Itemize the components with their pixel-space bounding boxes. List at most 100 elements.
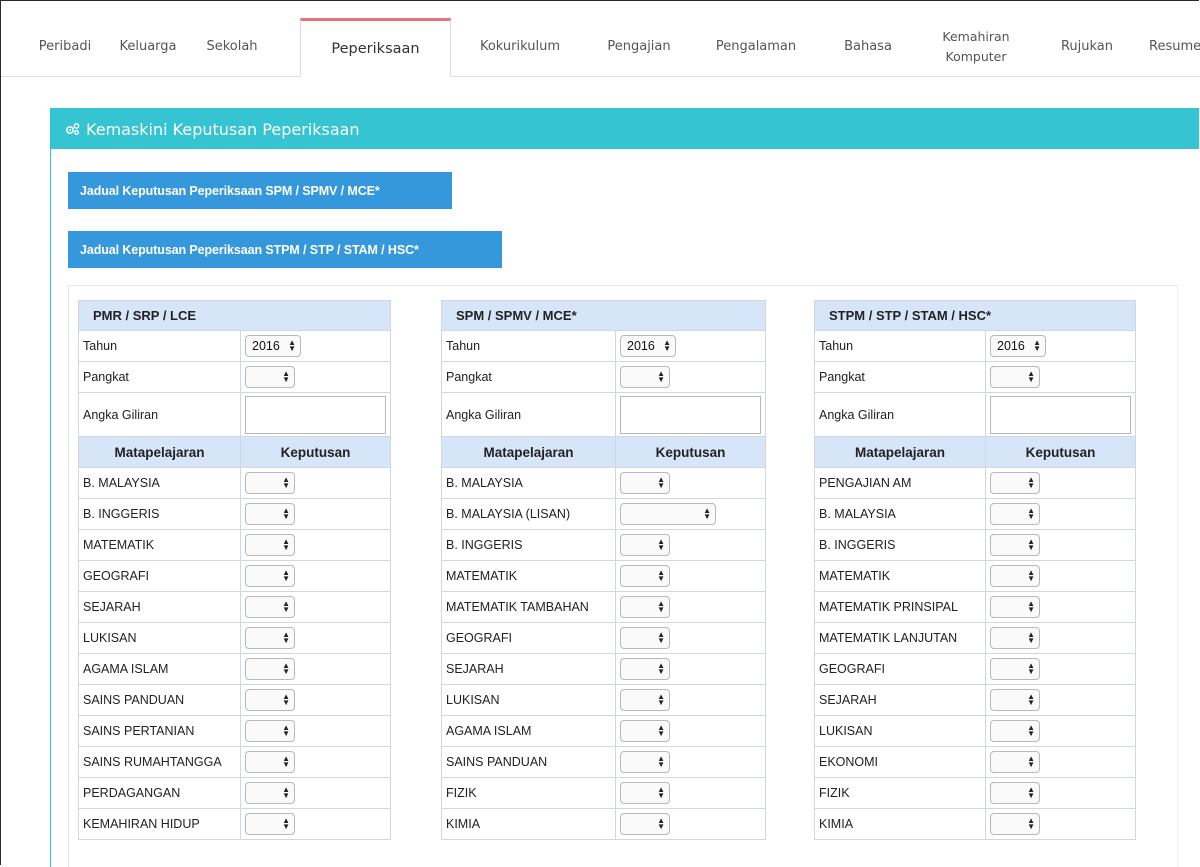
subject-name: SAINS PERTANIAN [78,715,241,747]
subject-row: LUKISAN ▲ ▼ [441,684,766,716]
subject-row: GEOGRAFI ▲ ▼ [814,653,1136,685]
keputusan-select[interactable]: ▲ ▼ [245,534,295,556]
keputusan-column-header: Keputusan [615,436,766,468]
keputusan-cell: ▲ ▼ [615,467,766,499]
keputusan-cell: ▲ ▼ [615,684,766,716]
keputusan-select[interactable]: ▲ ▼ [245,503,295,525]
keputusan-select[interactable]: ▲ ▼ [990,720,1040,742]
stpm-schedule-button[interactable]: Jadual Keputusan Peperiksaan STPM / STP … [68,231,502,268]
tab-pengalaman[interactable]: Pengalaman [704,18,808,76]
select-arrows-icon: ▲ ▼ [703,506,711,521]
keputusan-select[interactable]: ▲ ▼ [990,689,1040,711]
angka-giliran-input[interactable] [620,395,761,434]
tahun-select[interactable]: 2016 ▲ ▼ [990,335,1046,357]
keputusan-select[interactable]: ▲ ▼ [245,813,295,835]
cogs-icon [65,123,80,135]
subject-row: PENGAJIAN AM ▲ ▼ [814,467,1136,499]
keputusan-select[interactable]: ▲ ▼ [620,534,670,556]
matapelajaran-column-header: Matapelajaran [441,436,616,468]
select-arrows-icon: ▲ ▼ [657,661,665,676]
tahun-select[interactable]: 2016 ▲ ▼ [620,335,676,357]
keputusan-cell: ▲ ▼ [985,653,1136,685]
tab-rujukan[interactable]: Rujukan [1052,18,1122,76]
keputusan-select[interactable]: ▲ ▼ [620,503,716,525]
subject-row: B. INGGERIS ▲ ▼ [441,529,766,561]
keputusan-select[interactable]: ▲ ▼ [990,782,1040,804]
select-arrows-icon: ▲ ▼ [282,692,290,707]
tab-resume[interactable]: Resume [1149,18,1200,76]
keputusan-cell: ▲ ▼ [985,808,1136,840]
keputusan-select[interactable]: ▲ ▼ [990,627,1040,649]
tab-peperiksaan[interactable]: Peperiksaan [300,18,451,77]
tahun-label: Tahun [441,330,616,362]
angka-giliran-cell [240,392,391,437]
tahun-select[interactable]: 2016 ▲ ▼ [245,335,301,357]
keputusan-select[interactable]: ▲ ▼ [620,689,670,711]
select-arrows-icon: ▲ ▼ [282,599,290,614]
subject-row: MATEMATIK ▲ ▼ [814,560,1136,592]
keputusan-select[interactable]: ▲ ▼ [620,472,670,494]
keputusan-select[interactable]: ▲ ▼ [620,782,670,804]
keputusan-column-header: Keputusan [240,436,391,468]
subject-name: SEJARAH [78,591,241,623]
keputusan-select[interactable]: ▲ ▼ [990,565,1040,587]
select-arrows-icon: ▲ ▼ [1027,537,1035,552]
keputusan-select[interactable]: ▲ ▼ [245,720,295,742]
subject-name: MATEMATIK [814,560,986,592]
keputusan-select[interactable]: ▲ ▼ [245,751,295,773]
pangkat-select[interactable]: ▲ ▼ [620,366,670,388]
keputusan-select[interactable]: ▲ ▼ [990,472,1040,494]
keputusan-select[interactable]: ▲ ▼ [245,627,295,649]
keputusan-select[interactable]: ▲ ▼ [620,627,670,649]
pangkat-select[interactable]: ▲ ▼ [245,366,295,388]
keputusan-select[interactable]: ▲ ▼ [245,472,295,494]
subject-row: B. INGGERIS ▲ ▼ [78,498,391,530]
select-arrows-icon: ▲ ▼ [657,816,665,831]
subject-row: LUKISAN ▲ ▼ [814,715,1136,747]
keputusan-select[interactable]: ▲ ▼ [620,658,670,680]
keputusan-cell: ▲ ▼ [985,591,1136,623]
section-title: SPM / SPMV / MCE* [441,300,766,331]
subject-name: FIZIK [814,777,986,809]
subject-row: SAINS RUMAHTANGGA ▲ ▼ [78,746,391,778]
keputusan-select[interactable]: ▲ ▼ [245,689,295,711]
keputusan-select[interactable]: ▲ ▼ [245,596,295,618]
subject-row: KEMAHIRAN HIDUP ▲ ▼ [78,808,391,840]
subject-name: PENGAJIAN AM [814,467,986,499]
tab-peribadi[interactable]: Peribadi [39,18,91,76]
tab-keluarga[interactable]: Keluarga [113,18,183,76]
tab-kokurikulum[interactable]: Kokurikulum [471,18,569,76]
keputusan-select[interactable]: ▲ ▼ [990,596,1040,618]
keputusan-select[interactable]: ▲ ▼ [620,596,670,618]
keputusan-cell: ▲ ▼ [985,467,1136,499]
spm-schedule-button[interactable]: Jadual Keputusan Peperiksaan SPM / SPMV … [68,172,452,209]
angka-giliran-input[interactable] [245,395,386,434]
keputusan-select[interactable]: ▲ ▼ [620,565,670,587]
select-arrows-icon: ▲ ▼ [657,537,665,552]
angka-giliran-cell [615,392,766,437]
keputusan-select[interactable]: ▲ ▼ [620,813,670,835]
keputusan-select[interactable]: ▲ ▼ [990,534,1040,556]
keputusan-select[interactable]: ▲ ▼ [990,658,1040,680]
keputusan-select[interactable]: ▲ ▼ [620,720,670,742]
select-arrows-icon: ▲ ▼ [1027,723,1035,738]
keputusan-select[interactable]: ▲ ▼ [620,751,670,773]
keputusan-select[interactable]: ▲ ▼ [990,751,1040,773]
tab-kemahiran-komputer[interactable]: Kemahiran Komputer [934,18,1018,76]
select-arrows-icon: ▲ ▼ [1027,475,1035,490]
section-title: STPM / STP / STAM / HSC* [814,300,1136,331]
tab-bahasa[interactable]: Bahasa [836,18,900,76]
keputusan-select[interactable]: ▲ ▼ [245,565,295,587]
tab-sekolah[interactable]: Sekolah [200,18,264,76]
angka-giliran-input[interactable] [990,395,1131,434]
keputusan-select[interactable]: ▲ ▼ [990,503,1040,525]
keputusan-select[interactable]: ▲ ▼ [245,782,295,804]
tahun-cell: 2016 ▲ ▼ [985,330,1136,362]
select-arrows-icon: ▲ ▼ [282,506,290,521]
tab-pengajian[interactable]: Pengajian [597,18,681,76]
keputusan-select[interactable]: ▲ ▼ [245,658,295,680]
panel-header: Kemaskini Keputusan Peperiksaan [51,109,1199,149]
keputusan-select[interactable]: ▲ ▼ [990,813,1040,835]
pangkat-select[interactable]: ▲ ▼ [990,366,1040,388]
select-arrows-icon: ▲ ▼ [282,661,290,676]
